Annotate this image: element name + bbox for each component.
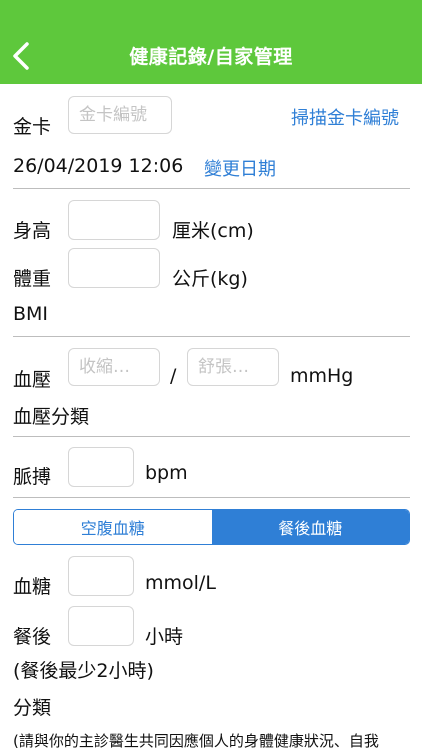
footer-note: (請與你的主診醫生共同因應個人的身體健康狀況、自我: [13, 732, 379, 750]
after-meal-hint: (餐後最少2小時): [13, 660, 154, 682]
card-number-input[interactable]: [68, 96, 172, 134]
glucose-label: 血糖: [13, 576, 52, 598]
nav-header: 健康記錄/自家管理: [0, 0, 422, 84]
weight-unit: 公斤(kg): [172, 268, 248, 290]
systolic-input[interactable]: [68, 348, 160, 386]
bp-category-label: 血壓分類: [13, 406, 90, 428]
after-meal-hours-input[interactable]: [68, 606, 134, 646]
card-label: 金卡: [13, 116, 52, 138]
bp-label: 血壓: [13, 369, 52, 391]
glucose-unit: mmol/L: [145, 572, 216, 594]
weight-label: 體重: [13, 268, 52, 290]
pulse-label: 脈搏: [13, 466, 52, 488]
height-label: 身高: [13, 220, 52, 242]
divider: [13, 497, 410, 498]
date-value: 26/04/2019 12:06: [13, 155, 184, 177]
pulse-input[interactable]: [68, 447, 134, 487]
diastolic-input[interactable]: [187, 348, 279, 386]
after-meal-label: 餐後: [13, 626, 52, 648]
divider: [13, 436, 410, 437]
divider: [13, 336, 410, 337]
glucose-input[interactable]: [68, 556, 134, 596]
tab-fasting-glucose[interactable]: 空腹血糖: [14, 510, 212, 544]
height-unit: 厘米(cm): [172, 220, 254, 242]
after-meal-unit: 小時: [145, 626, 184, 648]
pulse-unit: bpm: [145, 462, 188, 484]
bmi-label: BMI: [13, 303, 49, 325]
change-date-link[interactable]: 變更日期: [204, 155, 276, 181]
weight-input[interactable]: [68, 248, 160, 288]
scan-card-link[interactable]: 掃描金卡編號: [291, 104, 399, 130]
category-label: 分類: [13, 697, 52, 719]
bp-separator: /: [170, 365, 177, 387]
glucose-segmented-control: 空腹血糖 餐後血糖: [13, 509, 410, 545]
height-input[interactable]: [68, 200, 160, 240]
page-title: 健康記錄/自家管理: [129, 46, 293, 68]
divider: [13, 188, 410, 189]
bp-unit: mmHg: [290, 365, 354, 387]
tab-after-meal-glucose[interactable]: 餐後血糖: [211, 510, 409, 544]
